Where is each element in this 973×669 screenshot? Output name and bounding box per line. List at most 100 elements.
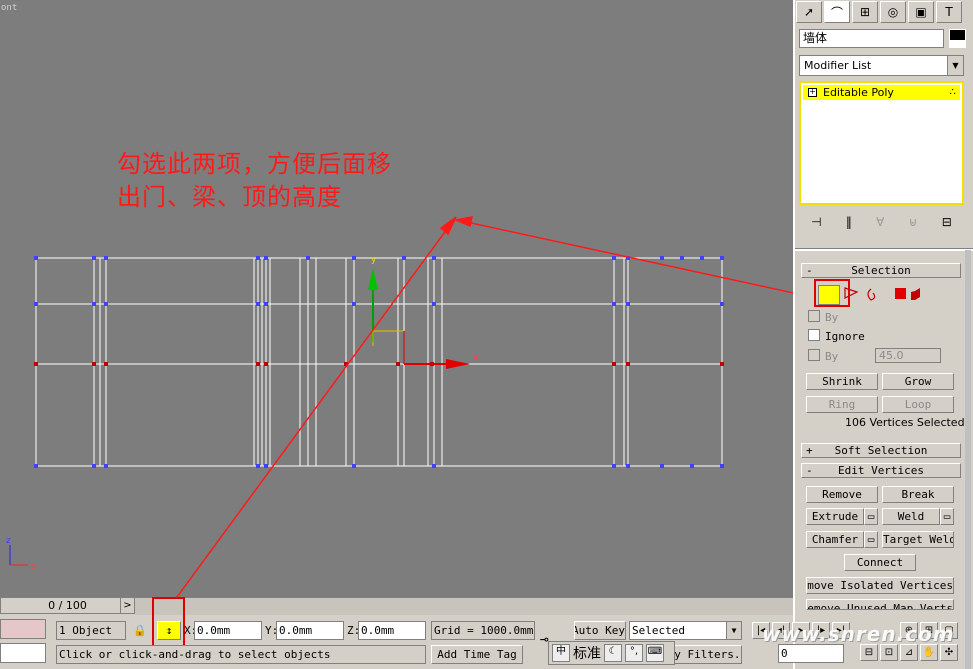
target-weld-button[interactable]: Target Weld (882, 531, 954, 548)
motion-tab-icon[interactable]: ◎ (880, 1, 906, 23)
panel-divider (795, 248, 973, 251)
connect-button[interactable]: Connect (844, 554, 916, 571)
remove-unused-map-verts-button[interactable]: Remove Unused Map Verts (806, 599, 954, 610)
soft-selection-rollout-header[interactable]: + Soft Selection (801, 443, 961, 458)
ring-button[interactable]: Ring (806, 396, 878, 413)
pan-hand-icon[interactable]: ✋ (920, 644, 938, 661)
stack-item-label: Editable Poly (823, 86, 894, 99)
pin-stack-icon[interactable]: ⊣ (811, 215, 821, 229)
remove-isolated-vertices-button[interactable]: Remove Isolated Vertices (806, 577, 954, 594)
time-slider-label: 0 / 100 (48, 599, 87, 612)
move-gizmo[interactable]: y x (368, 255, 479, 369)
gizmo-x-label: x (473, 353, 479, 363)
shrink-button[interactable]: Shrink (806, 373, 878, 390)
grid-size-display: Grid = 1000.0mm (431, 621, 535, 640)
ignore-backfacing-checkbox[interactable]: Ignore (808, 329, 865, 344)
ime-toolbar[interactable]: 中 标准 ☾ °, ⌨ (548, 641, 675, 665)
x-coord-field[interactable]: 0.0mm (194, 621, 262, 640)
extrude-button[interactable]: Extrude (806, 508, 864, 525)
remove-modifier-icon: ⊌ (908, 215, 918, 229)
weld-button[interactable]: Weld (882, 508, 940, 525)
axis-tripod: z x (6, 536, 37, 572)
zoom-region-icon[interactable]: ⊡ (880, 644, 898, 661)
wireframe-scene[interactable]: y x z x (0, 0, 793, 597)
modifier-list-dropdown[interactable]: Modifier List ▼ (799, 55, 964, 76)
current-frame-field[interactable]: 0 (778, 644, 844, 663)
by-vertex-checkbox[interactable]: By (808, 310, 838, 325)
watermark: www.snren.com (762, 622, 955, 646)
modifier-list-label: Modifier List (804, 59, 872, 72)
lock-selection-icon[interactable]: 🔒 (133, 621, 147, 640)
chevron-down-icon[interactable]: ▼ (726, 622, 741, 639)
configure-modifier-sets-icon[interactable]: ⊟ (942, 215, 952, 229)
axis-x-label: x (31, 562, 37, 572)
object-color-swatch[interactable] (949, 29, 966, 48)
prompt-line: Click or click-and-drag to select object… (56, 645, 426, 664)
time-slider[interactable]: 0 / 100 > (0, 597, 135, 614)
selected-dropdown-label: Selected (632, 624, 685, 637)
time-config-icon[interactable]: ⊟ (860, 644, 878, 661)
stack-tools: ⊣ ‖ ∀ ⊌ ⊟ (799, 212, 964, 232)
field-of-view-icon[interactable]: ⊿ (900, 644, 918, 661)
selection-rollout-header[interactable]: - Selection (801, 263, 961, 278)
selection-info: 106 Vertices Selected (845, 416, 965, 429)
selection-count: 1 Object (56, 621, 126, 640)
gizmo-y-label: y (371, 255, 377, 265)
track-bar[interactable] (135, 597, 793, 615)
selection-title: Selection (851, 264, 911, 277)
modifier-stack[interactable]: + Editable Poly ∴ (799, 81, 964, 205)
vertex-dots (34, 256, 724, 468)
vertex-dots-icon: ∴ (949, 87, 956, 98)
display-tab-icon[interactable]: ▣ (908, 1, 934, 23)
edit-vertices-rollout-header[interactable]: - Edit Vertices (801, 463, 961, 478)
loop-button[interactable]: Loop (882, 396, 954, 413)
subobject-icons[interactable] (843, 284, 923, 304)
keyboard-icon[interactable]: ⌨ (646, 644, 664, 662)
punctuation-icon[interactable]: °, (625, 644, 643, 662)
highlight-box-transform-mode (152, 597, 185, 647)
arc-rotate-icon[interactable]: ✣ (940, 644, 958, 661)
chamfer-button[interactable]: Chamfer (806, 531, 864, 548)
show-end-result-icon[interactable]: ‖ (846, 215, 852, 229)
edit-vertices-title: Edit Vertices (837, 464, 925, 477)
add-time-tag-button[interactable]: Add Time Tag (431, 645, 523, 664)
annotation-line-2: 出门、梁、顶的高度 (117, 183, 342, 211)
object-name-field[interactable]: 墙体 (799, 29, 944, 48)
by-angle-checkbox[interactable]: By (808, 349, 838, 364)
create-tab-icon[interactable]: ➚ (796, 1, 822, 23)
wireframe-edges (35, 257, 723, 467)
y-coord-field[interactable]: 0.0mm (276, 621, 344, 640)
hierarchy-tab-icon[interactable]: ⊞ (852, 1, 878, 23)
moon-icon[interactable]: ☾ (604, 644, 622, 662)
angle-spinner[interactable]: 45.0 (875, 348, 941, 363)
extrude-settings-icon[interactable]: ▭ (864, 508, 878, 525)
command-panel-tabs: ➚ ⌒ ⊞ ◎ ▣ T (795, 0, 973, 25)
annotation-line-1: 勾选此两项，方便后面移 (117, 150, 392, 178)
perspective-viewport[interactable]: ont y x z x 勾选此两项，方便后面移 出门、梁、顶的高度 (0, 0, 793, 597)
annotation-text: 勾选此两项，方便后面移 出门、梁、顶的高度 (117, 148, 392, 214)
grow-button[interactable]: Grow (882, 373, 954, 390)
stack-item-editable-poly[interactable]: + Editable Poly ∴ (803, 85, 960, 100)
break-button[interactable]: Break (882, 486, 954, 503)
maxscript-listener-pink[interactable] (0, 619, 46, 639)
auto-key-button[interactable]: Auto Key (574, 621, 626, 640)
axis-z-label: z (6, 536, 11, 546)
weld-settings-icon[interactable]: ▭ (940, 508, 954, 525)
ime-mode-label[interactable]: 标准 (573, 643, 601, 663)
ime-logo-icon[interactable]: 中 (552, 644, 570, 662)
chevron-down-icon[interactable]: ▼ (947, 56, 963, 75)
chamfer-settings-icon[interactable]: ▭ (864, 531, 878, 548)
annotation-arrows (176, 216, 793, 597)
remove-button[interactable]: Remove (806, 486, 878, 503)
modify-tab-icon[interactable]: ⌒ (824, 1, 850, 23)
highlight-box-vertex (814, 279, 850, 307)
make-unique-icon: ∀ (876, 215, 885, 229)
expand-plus-icon[interactable]: + (808, 88, 817, 97)
z-coord-field[interactable]: 0.0mm (358, 621, 426, 640)
chevron-right-icon[interactable]: > (120, 598, 134, 613)
selected-dropdown[interactable]: Selected ▼ (629, 621, 742, 640)
soft-selection-title: Soft Selection (834, 444, 928, 457)
panel-scrollbar[interactable] (965, 250, 971, 669)
utilities-tab-icon[interactable]: T (936, 1, 962, 23)
maxscript-listener-white[interactable] (0, 643, 46, 663)
